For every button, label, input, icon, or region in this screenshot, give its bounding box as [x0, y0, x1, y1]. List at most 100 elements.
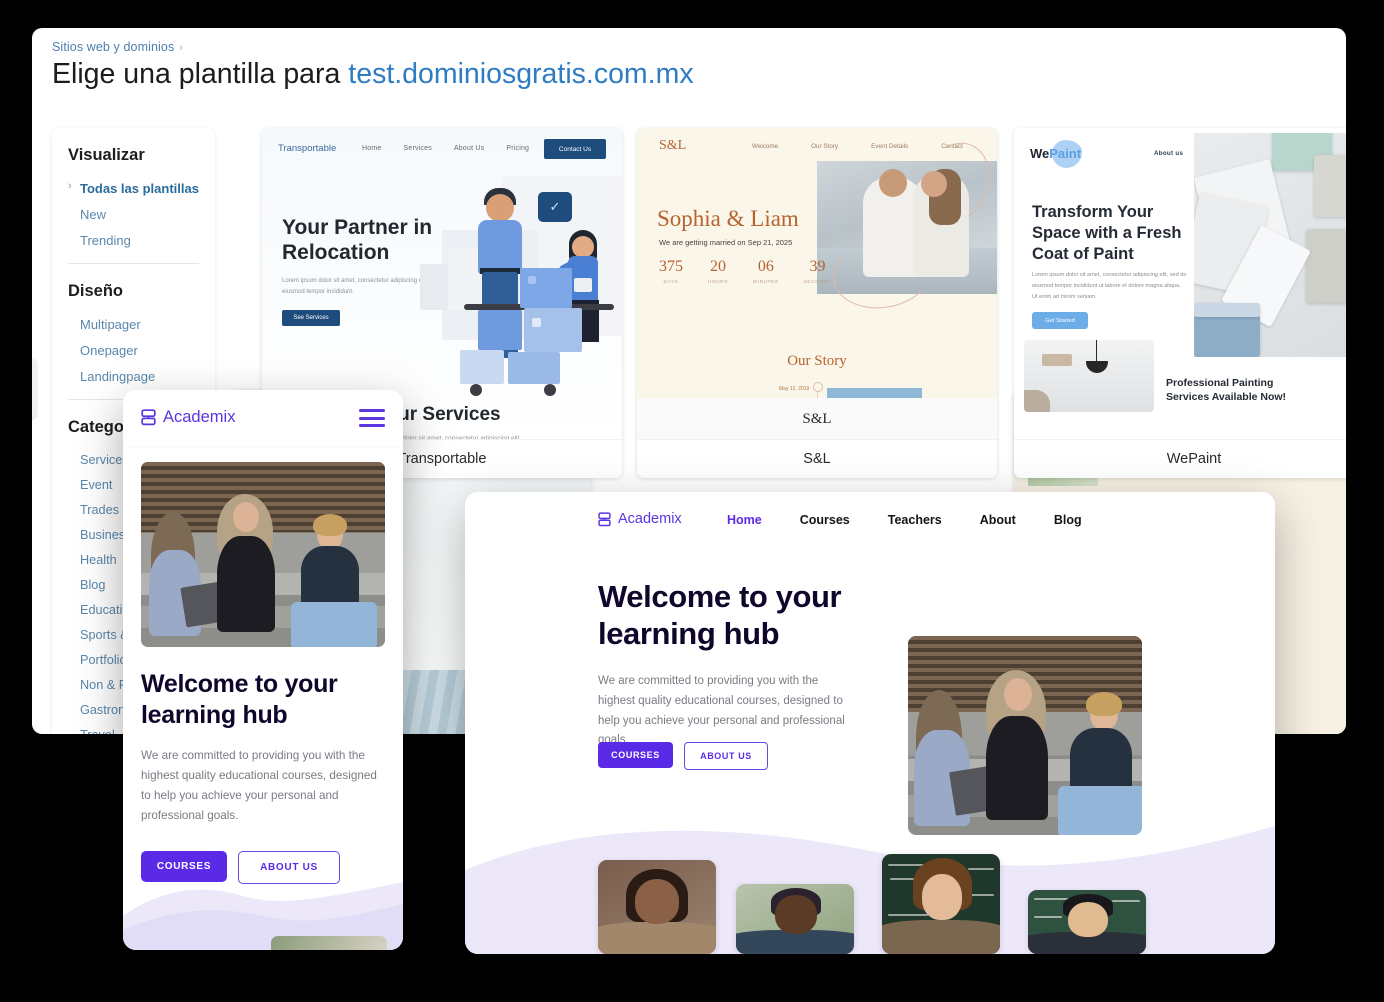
tp-nav-home[interactable]: Home	[362, 145, 381, 152]
sidebar-heading-diseno: Diseño	[68, 282, 124, 300]
sl-countdown-minutes: 06 MINUTES	[753, 258, 779, 284]
teacher-card[interactable]	[882, 854, 1000, 954]
sl-headline: Sophia & Liam	[657, 206, 799, 231]
teacher-card[interactable]	[736, 884, 854, 954]
mobile-preview-logo[interactable]: Academix	[141, 408, 235, 427]
wp-logo-we: We	[1030, 146, 1050, 161]
sl-countdown-seconds-unit: SECONDS	[803, 279, 832, 284]
sl-nav-welcome[interactable]: Welcome	[752, 143, 778, 150]
sl-logo: S&L	[659, 138, 687, 153]
wp-section-title: Professional Painting Services Available…	[1166, 376, 1287, 403]
wp-paragraph: Lorem ipsum dolor sit amet, consectetur …	[1032, 272, 1187, 300]
sl-countdown-hours-value: 20	[710, 258, 727, 275]
sl-countdown-days-value: 375	[659, 258, 683, 275]
page-title-prefix: Elige una plantilla para	[52, 58, 349, 90]
sidebar-collapse-handle[interactable]: ‹	[32, 358, 36, 418]
sidebar-item-todas-las-plantillas[interactable]: › Todas las plantillas	[52, 175, 215, 201]
desktop-preview-about-button[interactable]: ABOUT US	[684, 742, 768, 770]
desktop-nav-blog[interactable]: Blog	[1054, 513, 1082, 527]
desktop-preview-nav-links: Home Courses Teachers About Blog	[727, 513, 1120, 527]
sl-nav-our-story[interactable]: Our Story	[811, 143, 838, 150]
sl-countdown-days: 375 DAYS	[659, 258, 683, 284]
sidebar-divider-1	[68, 263, 199, 264]
page-title: Elige una plantilla para test.dominiosgr…	[52, 58, 694, 91]
sl-footer-logo: S&L	[637, 398, 997, 440]
mobile-preview-overlay: Academix Welcome to your learning hub We…	[123, 390, 403, 950]
tp-nav-services[interactable]: Services	[403, 145, 431, 152]
sidebar-item-new[interactable]: New	[52, 201, 215, 227]
sl-section-title: Our Story	[787, 353, 847, 369]
breadcrumb-link[interactable]: Sitios web y dominios	[52, 40, 174, 54]
sidebar-item-onepager[interactable]: Onepager	[52, 337, 215, 363]
screenshot-stage: Sitios web y dominios › Elige una plantil…	[0, 0, 1384, 1002]
sidebar-item-multipager[interactable]: Multipager	[52, 311, 215, 337]
sl-countdown: 375 DAYS 20 HOURS 06 MINUTES 39 SECONDS	[659, 258, 831, 284]
sl-countdown-minutes-value: 06	[757, 258, 774, 275]
tp-nav: Transportable Home Services About Us Pricin…	[262, 128, 622, 172]
tp-cta-button[interactable]: See Services	[282, 310, 340, 326]
desktop-preview-overlay: Academix Home Courses Teachers About Blog CO…	[465, 492, 1275, 954]
tp-illustration-movers: ✓	[412, 168, 622, 428]
mobile-preview-hero-photo	[141, 462, 385, 647]
sidebar-item-landingpage[interactable]: Landingpage	[52, 363, 215, 389]
desktop-preview-teacher-cards	[598, 844, 1275, 954]
wp-hero-photo-swatches	[1194, 133, 1346, 357]
desktop-preview-courses-button[interactable]: COURSES	[598, 742, 673, 768]
template-card-wepaint[interactable]: WePaint About usServicesProjects Contact	[1014, 128, 1346, 478]
desktop-preview-buttons: COURSES ABOUT US	[598, 742, 768, 770]
wp-section-photo	[1024, 340, 1154, 412]
tp-nav-about[interactable]: About Us	[454, 145, 484, 152]
desktop-preview-logo[interactable]: Academix	[598, 511, 682, 527]
teacher-card[interactable]	[598, 860, 716, 954]
desktop-preview-headline: Welcome to your learning hub	[598, 579, 842, 652]
academix-layers-icon	[141, 409, 156, 426]
wp-nav-about[interactable]: About us	[1154, 150, 1183, 157]
template-card-sl[interactable]: S&L Welcome Our Story Event Details Contact…	[637, 128, 997, 478]
sl-countdown-hours-unit: HOURS	[708, 279, 729, 284]
academix-layers-icon	[598, 511, 611, 526]
mobile-preview-paragraph: We are committed to providing you with t…	[141, 749, 377, 823]
mobile-preview-card-peek	[271, 936, 387, 950]
sl-countdown-minutes-unit: MINUTES	[753, 279, 779, 284]
breadcrumb-separator-icon: ›	[179, 42, 184, 54]
desktop-preview-hero: Welcome to your learning hub We are commi…	[465, 550, 1275, 835]
chevron-right-icon: ›	[68, 180, 72, 192]
sl-timeline-dot	[813, 382, 823, 392]
sl-countdown-seconds: 39 SECONDS	[804, 258, 832, 284]
sl-timeline-date: May 12, 2019	[779, 386, 810, 392]
sidebar-item-label: Todas las plantillas	[80, 180, 199, 196]
sl-subtitle: We are getting married on Sep 21, 2025	[659, 238, 793, 247]
tp-headline: Your Partner in Relocation	[282, 216, 433, 264]
template-thumb-sl: S&L Welcome Our Story Event Details Contact…	[637, 128, 997, 440]
wp-logo-paint: Paint	[1049, 146, 1082, 161]
desktop-nav-teachers[interactable]: Teachers	[888, 513, 942, 527]
desktop-preview-paragraph: We are committed to providing you with t…	[598, 675, 845, 747]
mobile-preview-logo-label: Academix	[163, 408, 236, 426]
wp-cta-button[interactable]: Get Started	[1032, 312, 1088, 329]
desktop-nav-courses[interactable]: Courses	[800, 513, 850, 527]
page-title-domain: test.dominiosgratis.com.mx	[348, 58, 694, 90]
template-card-label: S&L	[637, 439, 997, 478]
hamburger-menu-icon[interactable]	[359, 409, 385, 427]
tp-nav-pricing[interactable]: Pricing	[506, 145, 529, 152]
template-card-label: WePaint	[1014, 439, 1346, 478]
sl-countdown-hours: 20 HOURS	[708, 258, 728, 284]
tp-contact-button[interactable]: Contact Us	[544, 139, 606, 159]
mobile-preview-nav: Academix	[123, 390, 403, 448]
sl-countdown-seconds-value: 39	[809, 258, 826, 275]
breadcrumb[interactable]: Sitios web y dominios ›	[52, 40, 183, 54]
tp-logo: Transportable	[278, 143, 337, 154]
teacher-card[interactable]	[1028, 890, 1146, 954]
sl-countdown-days-unit: DAYS	[663, 279, 679, 284]
tp-nav-links: Home Services About Us Pricing	[362, 145, 551, 152]
desktop-preview-logo-label: Academix	[618, 511, 682, 527]
desktop-nav-home[interactable]: Home	[727, 513, 762, 527]
desktop-nav-about[interactable]: About	[980, 513, 1016, 527]
sidebar-heading-visualizar: Visualizar	[68, 146, 145, 164]
mobile-preview-headline: Welcome to your learning hub	[141, 670, 338, 729]
wp-logo: WePaint	[1030, 146, 1081, 161]
sidebar-item-trending[interactable]: Trending	[52, 227, 215, 253]
desktop-preview-nav: Academix HomeCoursesTeachersAboutBlog CO…	[465, 492, 1275, 550]
sl-nav-event-details[interactable]: Event Details	[871, 143, 908, 150]
wp-headline: Transform Your Space with a Fresh Coat o…	[1032, 203, 1182, 263]
